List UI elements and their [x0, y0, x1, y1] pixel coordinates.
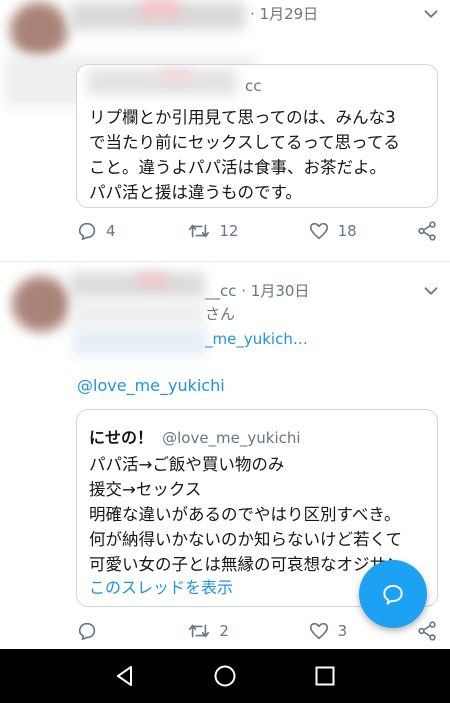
show-thread-link[interactable]: このスレッドを表示 [89, 574, 233, 598]
tweet-date: · 1月29日 [250, 5, 319, 23]
quoted-author-name: にせの！ [89, 428, 154, 447]
tweet-author-date: __cc · 1月30日 [205, 282, 310, 300]
quoted-handle-fragment: cc [245, 77, 262, 95]
share-icon [418, 221, 436, 241]
reply-button[interactable] [76, 620, 187, 642]
quoted-author-badge-blurred [161, 69, 191, 83]
retweet-icon [189, 624, 210, 638]
avatar[interactable] [12, 276, 70, 332]
blurred-content [72, 300, 204, 326]
compose-button[interactable] [359, 560, 427, 628]
avatar[interactable] [10, 2, 68, 58]
chevron-down-icon[interactable] [420, 280, 442, 302]
quoted-tweet-card[interactable]: cc リプ欄とか引用見て思ってのは、みんな3 で当たり前にセックスしてるって思っ… [76, 64, 438, 208]
like-button[interactable]: 18 [308, 220, 416, 242]
reply-context-name: さん [205, 305, 236, 323]
mention-link[interactable]: @love_me_yukichi [77, 376, 225, 395]
reply-icon [78, 622, 96, 641]
tweet-divider [0, 261, 450, 262]
reply-button[interactable]: 4 [76, 220, 187, 242]
reply-to-link[interactable]: _me_yukich… [205, 330, 308, 348]
share-icon [418, 621, 436, 641]
reply-context-blurred [72, 328, 207, 356]
back-icon[interactable] [112, 663, 138, 689]
quoted-tweet-text: パパ活→ご飯や買い物のみ 援交→セックス 明確な違いがあるのでやはり区別すべき。… [89, 455, 403, 574]
home-icon[interactable] [212, 663, 238, 689]
recents-icon[interactable] [312, 663, 338, 689]
share-button[interactable] [416, 620, 438, 642]
retweet-button[interactable]: 12 [187, 220, 307, 242]
quoted-author-handle: @love_me_yukichi [162, 429, 301, 447]
heart-icon [309, 222, 328, 240]
reply-icon [78, 222, 96, 241]
heart-icon [309, 622, 328, 640]
author-badge-blurred [138, 274, 168, 288]
quoted-tweet-text: リプ欄とか引用見て思ってのは、みんな3 で当たり前にセックスしてるって思ってる … [89, 108, 400, 202]
tweet-actions: 4 12 18 [76, 218, 438, 244]
system-navigation-bar [0, 649, 450, 703]
chevron-down-icon[interactable] [420, 3, 442, 25]
author-badge-blurred [140, 0, 180, 18]
retweet-button[interactable]: 2 [187, 620, 307, 642]
share-button[interactable] [416, 220, 438, 242]
compose-icon [383, 584, 403, 605]
retweet-icon [189, 224, 210, 238]
